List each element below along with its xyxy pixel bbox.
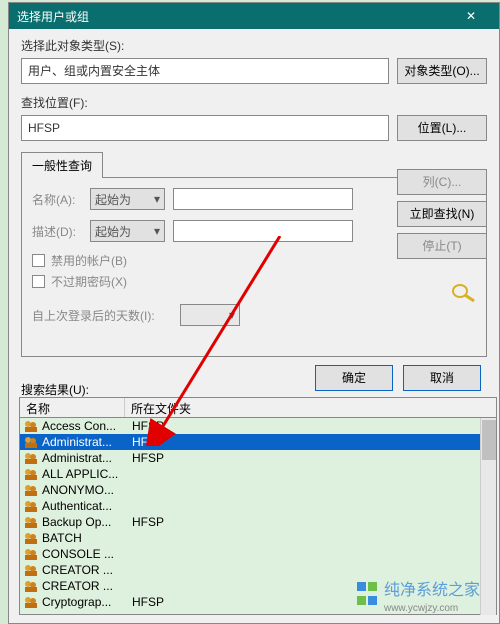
row-name: CONSOLE ... bbox=[42, 547, 126, 561]
table-row[interactable]: Access Con...HFSP bbox=[20, 418, 496, 434]
object-type-label: 选择此对象类型(S): bbox=[21, 37, 487, 54]
row-name: Access Con... bbox=[42, 419, 126, 433]
row-name: Cryptograp... bbox=[42, 595, 126, 609]
locations-button[interactable]: 位置(L)... bbox=[397, 115, 487, 141]
close-icon[interactable]: ✕ bbox=[451, 5, 491, 27]
watermark: 纯净系统之家 www.ycwjzy.com bbox=[356, 576, 480, 614]
dialog-title: 选择用户或组 bbox=[17, 8, 451, 25]
row-name: Authenticat... bbox=[42, 499, 126, 513]
group-icon bbox=[24, 532, 38, 544]
group-icon bbox=[24, 484, 38, 496]
chevron-down-icon: ▾ bbox=[154, 224, 160, 238]
scrollbar[interactable] bbox=[480, 418, 496, 615]
scrollbar-thumb[interactable] bbox=[482, 420, 496, 460]
row-name: Administrat... bbox=[42, 451, 126, 465]
desc-label: 描述(D): bbox=[32, 223, 82, 240]
results-header[interactable]: 名称 所在文件夹 bbox=[20, 398, 496, 418]
table-row[interactable]: Administrat...HFSP bbox=[20, 450, 496, 466]
chevron-down-icon: ▾ bbox=[229, 308, 235, 322]
group-icon bbox=[24, 500, 38, 512]
group-icon bbox=[24, 564, 38, 576]
logo-icon bbox=[356, 581, 378, 609]
row-folder: HFSP bbox=[126, 451, 164, 465]
row-folder: HFSP bbox=[126, 515, 164, 529]
location-field[interactable]: HFSP bbox=[21, 115, 389, 141]
find-now-button[interactable]: 立即查找(N) bbox=[397, 201, 487, 227]
row-folder: HFSP bbox=[126, 595, 164, 609]
search-icon bbox=[450, 283, 476, 306]
table-row[interactable]: Authenticat... bbox=[20, 498, 496, 514]
row-folder: HFSP bbox=[126, 435, 164, 449]
columns-button[interactable]: 列(C)... bbox=[397, 169, 487, 195]
group-icon bbox=[24, 516, 38, 528]
row-folder: HFSP bbox=[126, 419, 164, 433]
desc-starts-dropdown[interactable]: 起始为▾ bbox=[90, 220, 165, 242]
days-dropdown[interactable]: ▾ bbox=[180, 304, 240, 326]
table-row[interactable]: Administrat...HFSP bbox=[20, 434, 496, 450]
name-input[interactable] bbox=[173, 188, 353, 210]
name-label: 名称(A): bbox=[32, 191, 82, 208]
column-folder[interactable]: 所在文件夹 bbox=[125, 398, 197, 417]
table-row[interactable]: BATCH bbox=[20, 530, 496, 546]
row-name: ALL APPLIC... bbox=[42, 467, 126, 481]
table-row[interactable]: ALL APPLIC... bbox=[20, 466, 496, 482]
table-row[interactable]: ANONYMO... bbox=[20, 482, 496, 498]
nonexpire-password-checkbox[interactable]: 不过期密码(X) bbox=[32, 273, 476, 290]
group-icon bbox=[24, 468, 38, 480]
chevron-down-icon: ▾ bbox=[154, 192, 160, 206]
titlebar[interactable]: 选择用户或组 ✕ bbox=[9, 3, 499, 29]
row-name: CREATOR ... bbox=[42, 579, 126, 593]
group-icon bbox=[24, 420, 38, 432]
cancel-button[interactable]: 取消 bbox=[403, 365, 481, 391]
table-row[interactable]: Backup Op...HFSP bbox=[20, 514, 496, 530]
ok-button[interactable]: 确定 bbox=[315, 365, 393, 391]
group-icon bbox=[24, 436, 38, 448]
row-name: Administrat... bbox=[42, 435, 126, 449]
column-name[interactable]: 名称 bbox=[20, 398, 125, 417]
stop-button[interactable]: 停止(T) bbox=[397, 233, 487, 259]
group-icon bbox=[24, 596, 38, 608]
row-name: CREATOR ... bbox=[42, 563, 126, 577]
desc-input[interactable] bbox=[173, 220, 353, 242]
row-name: Backup Op... bbox=[42, 515, 126, 529]
table-row[interactable]: CONSOLE ... bbox=[20, 546, 496, 562]
row-name: ANONYMO... bbox=[42, 483, 126, 497]
location-label: 查找位置(F): bbox=[21, 94, 487, 111]
dialog-window: 选择用户或组 ✕ 选择此对象类型(S): 用户、组或内置安全主体 对象类型(O)… bbox=[8, 2, 500, 624]
group-icon bbox=[24, 452, 38, 464]
object-types-button[interactable]: 对象类型(O)... bbox=[397, 58, 487, 84]
row-name: BATCH bbox=[42, 531, 126, 545]
name-starts-dropdown[interactable]: 起始为▾ bbox=[90, 188, 165, 210]
tab-general-query[interactable]: 一般性查询 bbox=[21, 152, 103, 178]
results-label: 搜索结果(U): bbox=[21, 381, 89, 398]
days-label: 自上次登录后的天数(I): bbox=[32, 307, 172, 324]
object-type-field[interactable]: 用户、组或内置安全主体 bbox=[21, 58, 389, 84]
group-icon bbox=[24, 548, 38, 560]
group-icon bbox=[24, 580, 38, 592]
